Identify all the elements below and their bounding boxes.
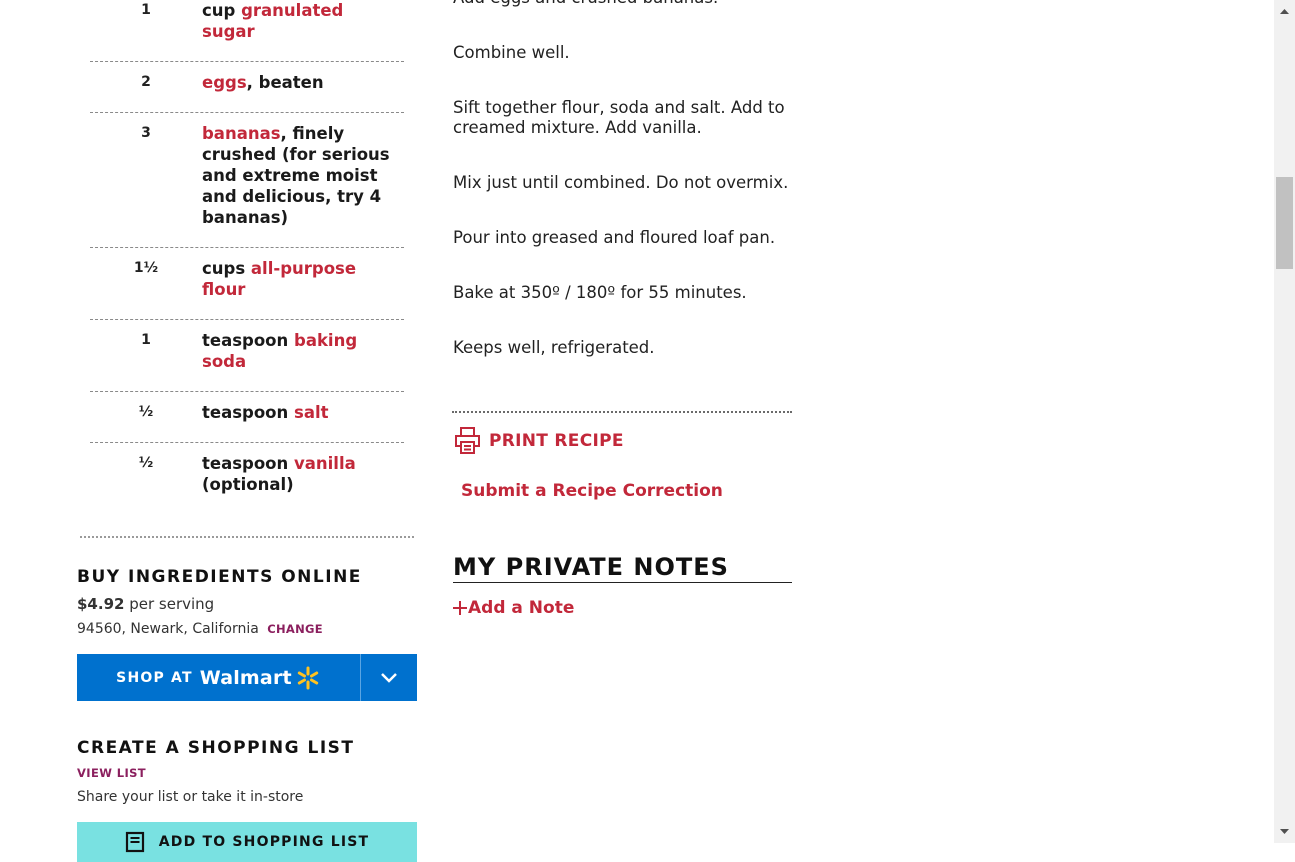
ingredient-text: cups xyxy=(202,259,251,278)
ingredient-link[interactable]: bananas xyxy=(202,124,281,143)
list-icon xyxy=(125,831,144,853)
shop-at-label: SHOP AT xyxy=(116,669,193,686)
ingredients-list: 1 cup granulated sugar 2 eggs, beaten 3 banan… xyxy=(90,0,404,514)
scroll-up-arrow-icon[interactable] xyxy=(1274,4,1295,18)
shop-at-walmart-button[interactable]: SHOP AT Walmart xyxy=(77,654,361,701)
direction-step: Keeps well, refrigerated. xyxy=(453,338,655,357)
change-location-link[interactable]: CHANGE xyxy=(267,622,323,636)
ingredient-row: ½ teaspoon vanilla (optional) xyxy=(90,443,404,514)
direction-step: Combine well. xyxy=(453,43,570,62)
scroll-down-arrow-icon[interactable] xyxy=(1274,825,1295,839)
ingredients-divider xyxy=(80,536,414,538)
plus-icon xyxy=(453,601,467,615)
location-line: 94560, Newark, California CHANGE xyxy=(77,621,417,637)
ingredient-description: teaspoon salt xyxy=(202,402,404,423)
ingredient-quantity: ½ xyxy=(138,455,154,471)
direction-step: Bake at 350º / 180º for 55 minutes. xyxy=(453,283,747,302)
ingredient-link[interactable]: salt xyxy=(294,403,329,422)
shop-at-walmart-bar: SHOP AT Walmart xyxy=(77,654,417,701)
view-list-link[interactable]: VIEW LIST xyxy=(77,766,417,780)
ingredient-row: ½ teaspoon salt xyxy=(90,392,404,443)
ingredient-text: cup xyxy=(202,1,242,20)
direction-step: Add eggs and crushed bananas. xyxy=(453,0,798,8)
ingredient-link[interactable]: vanilla xyxy=(294,454,356,473)
ingredient-description: cup granulated sugar xyxy=(202,0,404,42)
directions-divider xyxy=(452,411,792,413)
add-note-label: Add a Note xyxy=(468,598,575,618)
page-scrollbar[interactable] xyxy=(1274,0,1295,843)
shopping-list-section: CREATE A SHOPPING LIST VIEW LIST Share y… xyxy=(77,738,417,805)
ingredient-link[interactable]: eggs xyxy=(202,73,247,92)
ingredient-row: 3 bananas, finely crushed (for serious an… xyxy=(90,113,404,248)
share-list-text: Share your list or take it in-store xyxy=(77,789,304,805)
ingredient-row: 1 cup granulated sugar xyxy=(90,0,404,62)
ingredient-description: bananas, finely crushed (for serious and… xyxy=(202,123,404,228)
add-to-shopping-list-label: ADD TO SHOPPING LIST xyxy=(158,834,370,850)
ingredient-description: cups all-purpose flour xyxy=(202,258,404,300)
per-serving-label: per serving xyxy=(124,595,215,613)
ingredient-description: teaspoon vanilla (optional) xyxy=(202,453,404,495)
chevron-down-icon xyxy=(381,672,397,683)
ingredient-description: eggs, beaten xyxy=(202,72,404,93)
walmart-spark-icon xyxy=(297,666,319,689)
directions-list: Add eggs and crushed bananas. Combine wel… xyxy=(453,0,798,393)
private-notes-title: MY PRIVATE NOTES xyxy=(453,553,792,583)
price-value: $4.92 xyxy=(77,595,125,613)
ingredient-row: 2 eggs, beaten xyxy=(90,62,404,113)
ingredient-quantity: 1 xyxy=(141,332,151,348)
store-options-toggle[interactable] xyxy=(361,654,417,701)
location-text: 94560, Newark, California xyxy=(77,621,259,637)
ingredient-text: teaspoon xyxy=(202,331,295,350)
buy-ingredients-section: BUY INGREDIENTS ONLINE $4.92 per serving… xyxy=(77,567,417,637)
direction-step: Pour into greased and floured loaf pan. xyxy=(453,228,776,247)
ingredient-text: , beaten xyxy=(246,73,324,92)
ingredient-quantity: 3 xyxy=(141,125,151,141)
direction-step: Mix just until combined. Do not overmix. xyxy=(453,173,789,192)
ingredient-row: 1½ cups all-purpose flour xyxy=(90,248,404,320)
scroll-thumb[interactable] xyxy=(1276,177,1293,269)
ingredient-quantity: 2 xyxy=(141,74,151,90)
ingredient-text: teaspoon xyxy=(202,454,295,473)
ingredient-quantity: ½ xyxy=(138,404,154,420)
shopping-list-title: CREATE A SHOPPING LIST xyxy=(77,738,355,758)
add-to-shopping-list-button[interactable]: ADD TO SHOPPING LIST xyxy=(77,822,417,862)
ingredient-quantity: 1½ xyxy=(133,260,159,276)
ingredient-description: teaspoon baking soda xyxy=(202,330,404,372)
ingredient-text: (optional) xyxy=(202,475,294,494)
printer-icon xyxy=(455,427,480,454)
add-note-button[interactable]: Add a Note xyxy=(452,598,574,618)
price-per-serving: $4.92 per serving xyxy=(77,595,417,613)
print-recipe-button[interactable]: PRINT RECIPE xyxy=(454,426,624,455)
walmart-logo-text: Walmart xyxy=(199,666,292,689)
print-recipe-label: PRINT RECIPE xyxy=(489,430,624,451)
ingredient-text: teaspoon xyxy=(202,403,295,422)
direction-step: Sift together flour, soda and salt. Add … xyxy=(453,98,785,137)
ingredient-row: 1 teaspoon baking soda xyxy=(90,320,404,392)
ingredient-quantity: 1 xyxy=(141,2,151,18)
buy-ingredients-title: BUY INGREDIENTS ONLINE xyxy=(77,567,362,587)
submit-correction-link[interactable]: Submit a Recipe Correction xyxy=(461,481,723,501)
